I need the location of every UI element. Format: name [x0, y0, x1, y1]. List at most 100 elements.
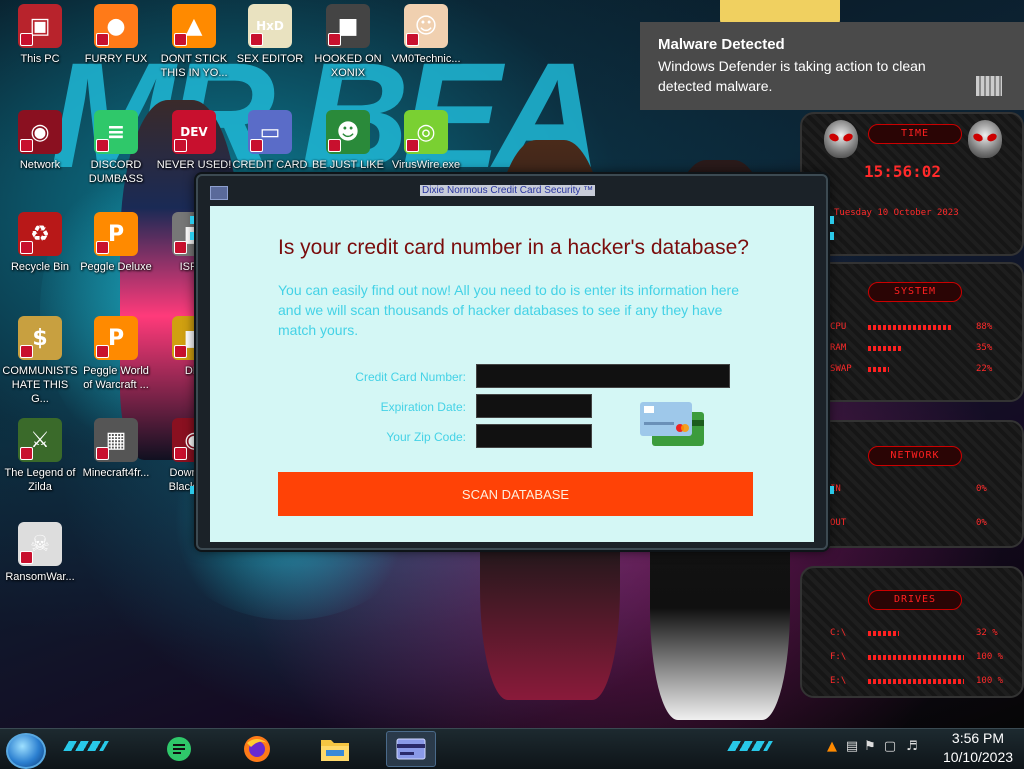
desktop-icon-label: NEVER USED!	[156, 159, 232, 171]
peggle-wow-icon: P	[94, 316, 138, 360]
start-button[interactable]	[6, 733, 46, 769]
desktop-icon[interactable]: ◎ VirusWire.exe	[388, 110, 464, 172]
show-desktop-icon[interactable]: ▤	[844, 739, 860, 755]
taskbar-clock[interactable]: 3:56 PM 10/10/2023	[938, 729, 1018, 767]
desktop-icon[interactable]: ☺ VM0Technic...	[388, 4, 464, 66]
shortcut-arrow-icon	[406, 139, 419, 152]
window-titlebar[interactable]: Dixie Normous Credit Card Security ™	[198, 176, 826, 206]
gadget-usage-bar	[868, 679, 964, 684]
desktop-icon[interactable]: P Peggle World of Warcraft ...	[78, 316, 154, 392]
desktop-icon[interactable]: ☠ RansomWar...	[2, 522, 78, 584]
recycle-bin-icon: ♻	[18, 212, 62, 256]
gadget-usage-bar	[868, 346, 902, 351]
desktop-icon[interactable]: HxD SEX EDITOR	[232, 4, 308, 66]
vlc-cone-icon: ▲	[172, 4, 216, 48]
window-content: Is your credit card number in a hacker's…	[210, 206, 814, 542]
fire-icon[interactable]: ▲	[824, 739, 840, 755]
shortcut-arrow-icon	[96, 241, 109, 254]
gadget-row-value: 22%	[976, 364, 993, 374]
desktop-icon[interactable]: ■ HOOKED ON XONIX	[310, 4, 386, 80]
flag-icon[interactable]: ⚑	[862, 739, 878, 755]
desktop-icon[interactable]: P Peggle Deluxe	[78, 212, 154, 274]
credit-card-security-window[interactable]: Dixie Normous Credit Card Security ™ Is …	[190, 174, 834, 550]
shortcut-arrow-icon	[20, 33, 33, 46]
taskbar-decoration	[63, 741, 109, 751]
notification-body: Windows Defender is taking action to cle…	[658, 58, 926, 94]
expiration-input[interactable]	[476, 394, 592, 418]
desktop-icon[interactable]: ◉ Network	[2, 110, 78, 172]
volume-icon[interactable]: ♬	[904, 739, 920, 755]
desktop-icon-label: The Legend of Zilda	[4, 467, 76, 493]
desktop: MR BEA ▣ This PC ● FURRY FUX ▲ DONT STICK THI…	[0, 0, 1024, 728]
desktop-icon[interactable]: ⚔ The Legend of Zilda	[2, 418, 78, 494]
clock-date: 10/10/2023	[942, 749, 1014, 765]
lime-icon: ◎	[404, 110, 448, 154]
shortcut-arrow-icon	[174, 345, 187, 358]
shortcut-arrow-icon	[96, 447, 109, 460]
shortcut-arrow-icon	[250, 139, 263, 152]
credit-card-icon	[396, 738, 426, 760]
gadget-usage-bar	[868, 367, 889, 372]
shortcut-arrow-icon	[96, 345, 109, 358]
malware-notification[interactable]: Malware Detected Windows Defender is tak…	[640, 22, 1024, 110]
gadget-row-label: RAM	[830, 343, 847, 353]
drives-gadget-title: DRIVES	[868, 590, 962, 610]
gadget-row-value: 88%	[976, 322, 993, 332]
alien-head-icon	[968, 120, 1002, 158]
elf-icon: ☻	[326, 110, 370, 154]
window-title: Dixie Normous Credit Card Security ™	[420, 185, 596, 196]
shortcut-arrow-icon	[406, 33, 419, 46]
taskbar: ▲ ▤ ⚑ ▢ ♬ 3:56 PM 10/10/2023	[0, 728, 1024, 769]
taskbar-firefox[interactable]	[232, 731, 282, 767]
folder-icon	[321, 740, 349, 761]
desktop-icon-label: BE JUST LIKE	[312, 159, 384, 171]
page-description: You can easily find out now! All you nee…	[278, 282, 739, 338]
computer-icon: ▣	[18, 4, 62, 48]
desktop-icon[interactable]: ♻ Recycle Bin	[2, 212, 78, 274]
desktop-icon[interactable]: ▭ CREDIT CARD	[232, 110, 308, 172]
desktop-icon[interactable]: ▣ This PC	[2, 4, 78, 66]
shortcut-arrow-icon	[174, 447, 187, 460]
defender-icon	[976, 76, 1002, 96]
window-app-icon	[210, 186, 228, 200]
credit-card-icon: ▭	[248, 110, 292, 154]
taskbar-credit-card-app[interactable]	[386, 731, 436, 767]
taskbar-chat-app[interactable]	[154, 731, 204, 767]
desktop-icon[interactable]: ☻ BE JUST LIKE	[310, 110, 386, 172]
time-gadget-title: TIME	[868, 124, 962, 144]
network-icon[interactable]: ▢	[882, 739, 898, 755]
desktop-icon[interactable]: DEV NEVER USED!	[156, 110, 232, 172]
desktop-icon-label: VirusWire.exe	[391, 159, 461, 171]
scan-database-button[interactable]: SCAN DATABASE	[278, 472, 753, 516]
network-gadget-title: NETWORK	[868, 446, 962, 466]
taskbar-decoration	[727, 741, 773, 751]
zip-code-input[interactable]	[476, 424, 592, 448]
clock-time: 3:56 PM	[951, 730, 1005, 746]
gadget-usage-bar	[868, 631, 899, 636]
desktop-icon-label: FURRY FUX	[84, 53, 148, 65]
gadget-row-label: OUT	[830, 518, 847, 528]
desktop-icon[interactable]: ≡ DISCORD DUMBASS	[78, 110, 154, 186]
desktop-icon[interactable]: ▦ Minecraft4fr...	[78, 418, 154, 480]
shortcut-arrow-icon	[20, 241, 33, 254]
frame-stripe	[830, 216, 834, 224]
gadget-row-label: SWAP	[830, 364, 852, 374]
notification-title: Malware Detected	[658, 36, 785, 53]
gadget-clock: 15:56:02	[864, 162, 942, 181]
gadget-row-value: 32 %	[976, 628, 998, 638]
shortcut-arrow-icon	[174, 139, 187, 152]
desktop-icon-label: Peggle Deluxe	[80, 261, 152, 273]
taskbar-file-explorer[interactable]	[310, 731, 360, 767]
frame-stripe	[190, 216, 194, 224]
desktop-icon[interactable]: ● FURRY FUX	[78, 4, 154, 66]
doctor-icon: ☺	[404, 4, 448, 48]
gadget-row-value: 35%	[976, 343, 993, 353]
desktop-icon-label: DISCORD DUMBASS	[88, 159, 144, 185]
alien-network-icon: ◉	[18, 110, 62, 154]
desktop-icon[interactable]: $ COMMUNISTS HATE THIS G...	[2, 316, 78, 406]
shortcut-arrow-icon	[328, 139, 341, 152]
desktop-icon-label: DONT STICK THIS IN YO...	[160, 53, 228, 79]
chat-bubble-icon	[167, 737, 191, 761]
card-number-input[interactable]	[476, 364, 730, 388]
desktop-icon[interactable]: ▲ DONT STICK THIS IN YO...	[156, 4, 232, 80]
